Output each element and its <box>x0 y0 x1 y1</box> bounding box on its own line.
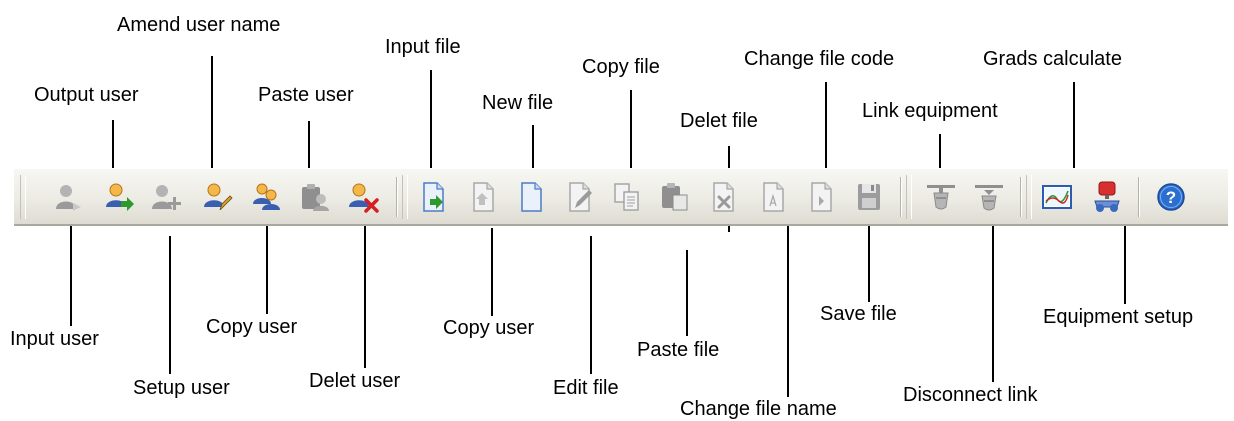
change-file-name-button[interactable] <box>756 177 790 217</box>
leader-line <box>266 222 268 314</box>
new-file-button[interactable] <box>514 177 548 217</box>
callout-delet-file: Delet file <box>680 110 758 132</box>
callout-setup-user: Setup user <box>133 377 230 399</box>
callout-amend-user-name: Amend user name <box>117 14 281 36</box>
user-add-icon <box>152 185 181 210</box>
callout-edit-file: Edit file <box>553 377 619 399</box>
callout-copy-user: Copy user <box>206 316 298 338</box>
paste-user-button[interactable] <box>298 177 332 217</box>
callout-output-user: Output user <box>34 84 139 106</box>
user-input-icon <box>56 185 81 211</box>
user-delete-icon <box>349 183 379 213</box>
toolbar-grip[interactable] <box>906 175 912 219</box>
input-user-button[interactable] <box>52 177 86 217</box>
setup-user-button[interactable] <box>150 177 184 217</box>
toolbar-grip[interactable] <box>402 175 408 219</box>
floppy-disk-icon <box>858 184 880 210</box>
delet-user-button[interactable] <box>346 177 380 217</box>
leader-line <box>992 222 994 382</box>
paste-file-button[interactable] <box>658 177 692 217</box>
toolbar-separator <box>900 177 902 217</box>
leader-line <box>686 250 688 336</box>
file-new-icon <box>521 182 542 212</box>
plug-disconnect-icon <box>975 185 1003 211</box>
amend-user-name-button[interactable] <box>200 177 234 217</box>
leader-line <box>169 236 171 374</box>
clipboard-paste-icon <box>662 183 688 211</box>
leader-line <box>1124 222 1126 304</box>
leader-line <box>430 70 432 178</box>
file-rename-icon <box>763 182 784 212</box>
equipment-setup-icon <box>1094 181 1120 212</box>
leader-line <box>868 222 870 302</box>
leader-line <box>364 222 366 368</box>
callout-paste-user: Paste user <box>258 84 354 106</box>
file-copy-icon <box>614 183 639 211</box>
toolbar-separator <box>1020 177 1022 217</box>
file-delete-icon <box>713 182 734 212</box>
callout-paste-file: Paste file <box>637 339 720 361</box>
file-code-icon <box>811 182 832 212</box>
callout-copy-user-2: Copy user <box>443 317 535 339</box>
equipment-setup-button[interactable] <box>1090 177 1124 217</box>
disconnect-link-button[interactable] <box>972 177 1006 217</box>
edit-file-button[interactable] <box>562 177 596 217</box>
callout-disconnect-link: Disconnect link <box>903 384 1038 406</box>
toolbar-grip[interactable] <box>1026 175 1032 219</box>
copy-file-button[interactable] <box>610 177 644 217</box>
toolbar-separator <box>1138 177 1140 217</box>
callout-grads-calculate: Grads calculate <box>983 48 1122 70</box>
leader-line <box>590 236 592 374</box>
svg-text:?: ? <box>1166 188 1176 207</box>
help-button[interactable]: ? <box>1154 177 1188 217</box>
leader-line <box>825 82 827 178</box>
plug-connect-icon <box>927 185 955 210</box>
callout-change-file-code: Change file code <box>744 48 895 70</box>
link-equipment-button[interactable] <box>924 177 958 217</box>
leader-line <box>787 222 789 397</box>
grads-calculate-button[interactable] <box>1040 177 1074 217</box>
callout-link-equipment: Link equipment <box>862 100 998 122</box>
leader-line <box>70 222 72 326</box>
user-copy-icon <box>253 183 280 210</box>
main-toolbar: ? <box>14 168 1228 226</box>
copy-user-button[interactable] <box>250 177 284 217</box>
chart-calculate-icon <box>1042 185 1072 209</box>
file-export-icon <box>473 182 494 212</box>
callout-save-file: Save file <box>820 303 897 325</box>
leader-line <box>630 90 632 178</box>
leader-line <box>1073 82 1075 178</box>
save-file-button[interactable] <box>852 177 886 217</box>
callout-input-user: Input user <box>10 328 99 350</box>
callout-new-file: New file <box>482 92 554 114</box>
user-paste-icon <box>302 184 329 211</box>
delet-file-button[interactable] <box>706 177 740 217</box>
callout-delet-user: Delet user <box>309 370 401 392</box>
user-output-icon <box>106 183 134 211</box>
toolbar-grip[interactable] <box>20 175 26 219</box>
callout-input-file: Input file <box>385 36 461 58</box>
leader-line <box>211 56 213 180</box>
callout-equipment-setup: Equipment setup <box>1043 306 1194 328</box>
callout-change-file-name: Change file name <box>680 398 837 420</box>
toolbar-separator <box>396 177 398 217</box>
change-file-code-button[interactable] <box>804 177 838 217</box>
input-file-button[interactable] <box>416 177 450 217</box>
help-icon: ? <box>1157 183 1185 211</box>
output-user-button[interactable] <box>102 177 136 217</box>
file-import-icon <box>423 182 444 212</box>
leader-line <box>491 228 493 316</box>
copy-user-2-button[interactable] <box>466 177 500 217</box>
callout-copy-file: Copy file <box>582 56 660 78</box>
user-edit-icon <box>204 183 233 211</box>
file-edit-icon <box>569 182 592 212</box>
